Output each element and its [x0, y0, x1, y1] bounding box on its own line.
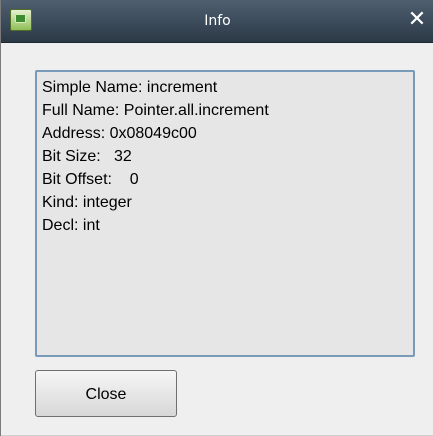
kind-line: Kind: integer — [42, 194, 132, 211]
simple-name-line: Simple Name: increment — [42, 79, 218, 96]
title-bar[interactable]: Info ✕ — [1, 0, 433, 43]
close-icon[interactable]: ✕ — [407, 9, 427, 31]
full-name-line: Full Name: Pointer.all.increment — [42, 102, 269, 119]
bit-size-line: Bit Size: 32 — [42, 148, 132, 165]
info-text-area[interactable]: Simple Name: increment Full Name: Pointe… — [35, 70, 415, 357]
decl-line: Decl: int — [42, 217, 100, 234]
window-title: Info — [204, 13, 231, 29]
close-button[interactable]: Close — [35, 370, 177, 417]
bit-offset-line: Bit Offset: 0 — [42, 171, 139, 188]
info-dialog: Info ✕ Simple Name: increment Full Name:… — [0, 0, 433, 436]
address-line: Address: 0x08049c00 — [42, 125, 197, 142]
